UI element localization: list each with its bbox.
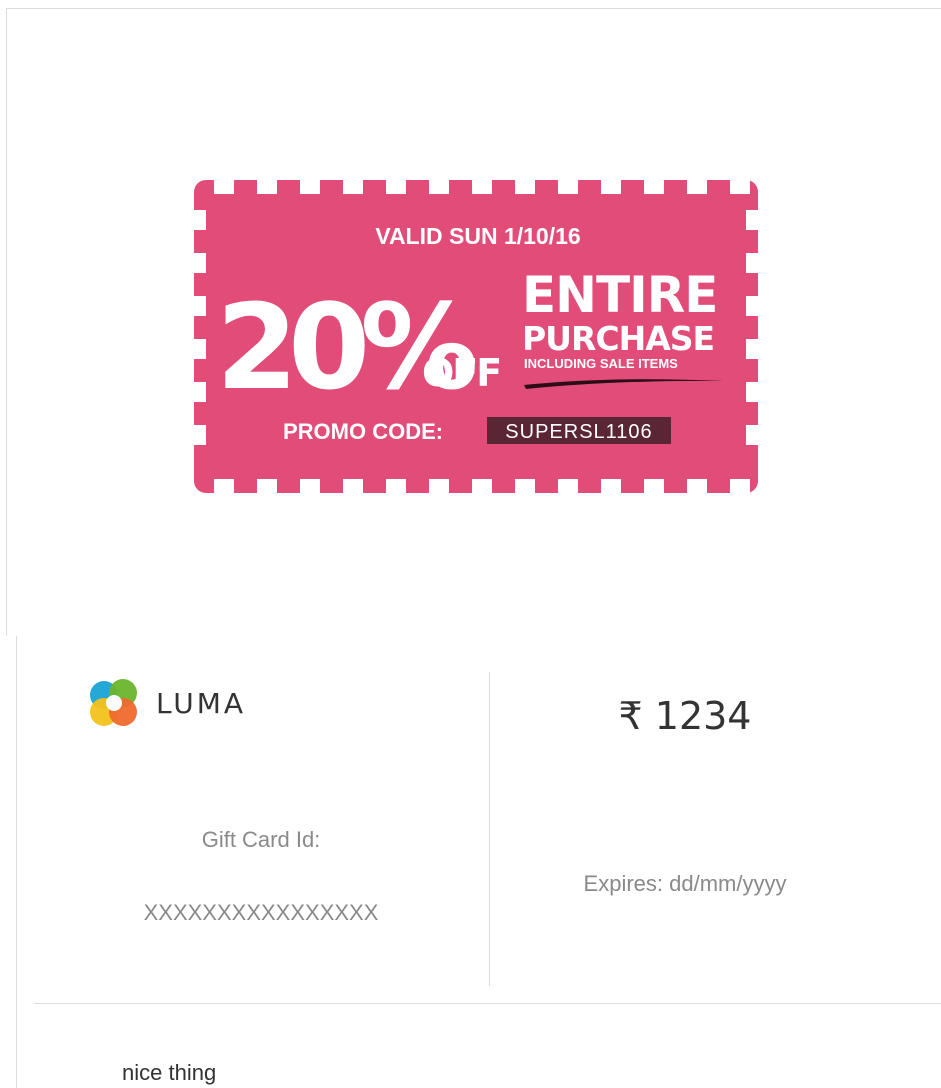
horizontal-divider <box>34 1003 941 1004</box>
logo-text: LUMA <box>156 686 247 720</box>
coupon-including-text: INCLUDING SALE ITEMS <box>524 356 678 371</box>
coupon-valid-text: VALID SUN 1/10/16 <box>375 223 580 249</box>
luma-logo-icon <box>90 679 137 726</box>
coupon-promo-label: PROMO CODE: <box>283 419 443 444</box>
gift-card-message: nice thing <box>122 1060 217 1085</box>
gift-card-amount: ₹ 1234 <box>618 694 752 738</box>
coupon-purchase-text: PURCHASE <box>522 319 714 358</box>
coupon-entire-text: ENTIRE <box>522 266 717 324</box>
gift-card-id-value: XXXXXXXXXXXXXXXX <box>143 900 379 925</box>
luma-logo: LUMA <box>88 677 246 729</box>
promo-coupon-image: VALID SUN 1/10/16 20% OFF ENTIRE PURCHAS… <box>194 180 758 493</box>
gift-card-id-label: Gift Card Id: <box>201 827 321 852</box>
gift-card-expires: Expires: dd/mm/yyyy <box>583 871 787 896</box>
coupon-promo-code: SUPERSL1106 <box>505 421 652 443</box>
coupon-off-text: OFF <box>422 351 500 395</box>
coupon-percent-text: 20% <box>216 278 475 416</box>
gift-card-page: VALID SUN 1/10/16 20% OFF ENTIRE PURCHAS… <box>0 0 941 1088</box>
